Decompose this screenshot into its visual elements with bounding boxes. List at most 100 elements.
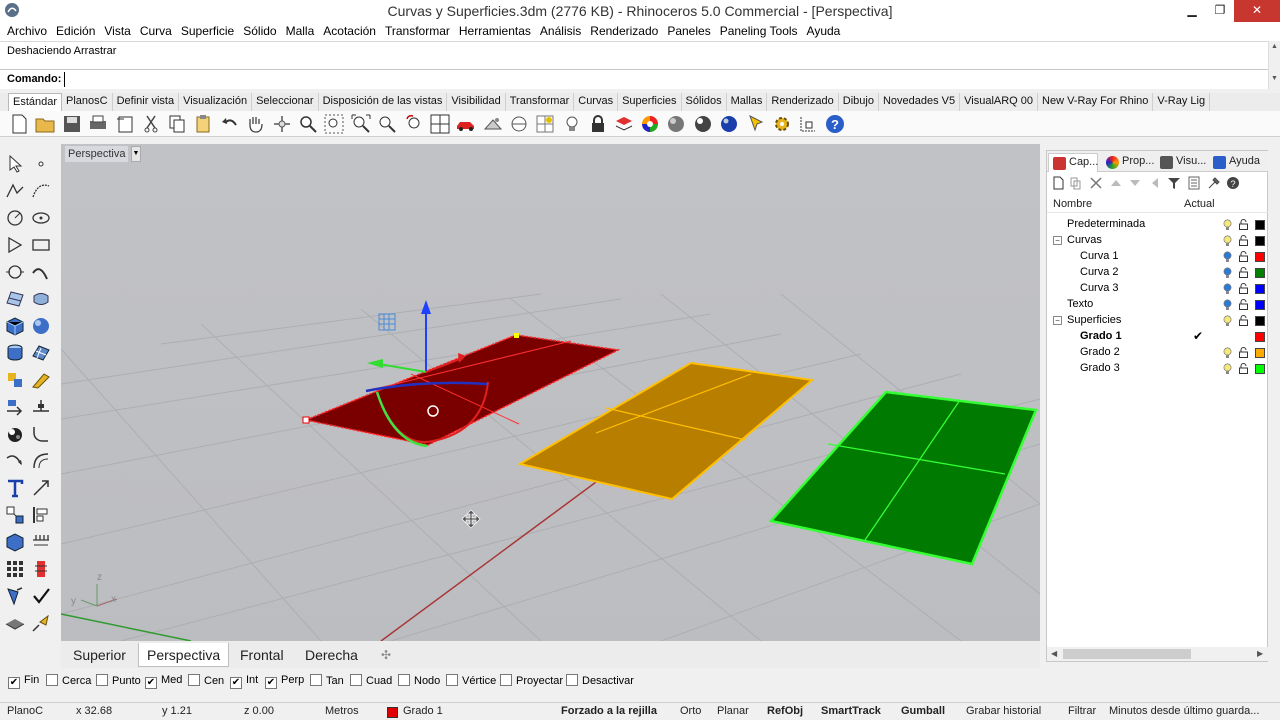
layer-visibility-bulb-icon[interactable] — [1223, 283, 1232, 295]
minimize-button[interactable]: ▁ — [1178, 0, 1206, 22]
osnap-option[interactable]: Cuad — [350, 674, 392, 687]
checkbox-empty-icon[interactable] — [446, 674, 458, 686]
menu-paneles[interactable]: Paneles — [663, 22, 715, 41]
circle-center-icon[interactable] — [30, 207, 52, 229]
explode-icon[interactable] — [30, 369, 52, 391]
light-bulb-icon[interactable] — [561, 113, 583, 135]
menu-paneling-tools[interactable]: Paneling Tools — [716, 22, 803, 41]
render-settings-icon[interactable] — [482, 113, 504, 135]
layer-tools-icon[interactable] — [1207, 176, 1221, 190]
move-layer-down-icon[interactable] — [1128, 176, 1142, 190]
status-planar[interactable]: Planar — [717, 705, 749, 717]
rectangle-icon[interactable] — [30, 234, 52, 256]
restore-button[interactable]: ❐ — [1206, 0, 1234, 22]
layer-row[interactable]: Curva 2 — [1047, 265, 1269, 281]
viewport-menu-caret-icon[interactable]: ▼ — [131, 146, 141, 162]
new-file-icon[interactable] — [8, 113, 30, 135]
layer-color-swatch[interactable] — [1255, 284, 1265, 294]
tab-mallas[interactable]: Mallas — [727, 93, 768, 111]
col-actual[interactable]: Actual — [1184, 198, 1215, 210]
layer-name[interactable]: Curva 1 — [1080, 250, 1119, 262]
layer-name[interactable]: Predeterminada — [1067, 218, 1145, 230]
layer-row[interactable]: Grado 3 — [1047, 361, 1269, 377]
analyze-icon[interactable] — [30, 558, 52, 580]
curve-tools-icon[interactable] — [4, 450, 26, 472]
new-sublayer-icon[interactable] — [1069, 176, 1083, 190]
menu-vista[interactable]: Vista — [100, 22, 135, 41]
layer-lock-icon[interactable] — [1239, 267, 1248, 278]
align-icon[interactable] — [30, 504, 52, 526]
pan-hand-icon[interactable] — [244, 113, 266, 135]
copy-icon[interactable] — [166, 113, 188, 135]
layer-color-swatch[interactable] — [1255, 300, 1265, 310]
layer-visibility-bulb-icon[interactable] — [1223, 363, 1232, 375]
save-icon[interactable] — [61, 113, 83, 135]
checkbox-empty-icon[interactable] — [188, 674, 200, 686]
layer-name[interactable]: Grado 1 — [1080, 330, 1122, 342]
undo-view-icon[interactable] — [403, 113, 425, 135]
checkbox-empty-icon[interactable] — [500, 674, 512, 686]
status-ortho[interactable]: Orto — [680, 705, 701, 717]
status-osnap[interactable]: RefObj — [767, 705, 803, 717]
select-filter-icon[interactable] — [746, 113, 768, 135]
cplane-icon[interactable] — [508, 113, 530, 135]
sphere-solid-icon[interactable] — [30, 315, 52, 337]
layer-visibility-bulb-icon[interactable] — [1223, 347, 1232, 359]
zoom-selected-icon[interactable] — [376, 113, 398, 135]
menu-herramientas[interactable]: Herramientas — [455, 22, 536, 41]
checkbox-empty-icon[interactable] — [398, 674, 410, 686]
command-scrollbar[interactable]: ▲ ▼ — [1268, 41, 1280, 89]
osnap-option[interactable]: ✔ Fin — [8, 674, 39, 689]
layer-row[interactable]: Texto — [1047, 297, 1269, 313]
layer-name[interactable]: Curva 2 — [1080, 266, 1119, 278]
layer-row[interactable]: − Superficies — [1047, 313, 1269, 329]
sphere-rendered-icon[interactable] — [692, 113, 714, 135]
status-units[interactable]: Metros — [325, 705, 359, 717]
curve-icon[interactable] — [30, 180, 52, 202]
tab-definir-vista[interactable]: Definir vista — [113, 93, 180, 111]
arc-icon[interactable] — [30, 261, 52, 283]
tab-visualarq[interactable]: VisualARQ 00 — [960, 93, 1039, 111]
tab-novedades-v5[interactable]: Novedades V5 — [879, 93, 961, 111]
trim-icon[interactable] — [30, 396, 52, 418]
dimension-tool-icon[interactable] — [30, 477, 52, 499]
tab-transformar[interactable]: Transformar — [506, 93, 575, 111]
checkbox-checked-icon[interactable]: ✔ — [8, 677, 20, 689]
menu-archivo[interactable]: Archivo — [3, 22, 52, 41]
osnap-option[interactable]: Cerca — [46, 674, 91, 687]
scroll-thumb[interactable] — [1063, 649, 1191, 659]
polygon-icon[interactable] — [4, 234, 26, 256]
layer-icon[interactable] — [613, 113, 635, 135]
status-grid-snap[interactable]: Forzado a la rejilla — [561, 705, 657, 717]
layer-help-icon[interactable]: ? — [1226, 176, 1240, 190]
menu-renderizado[interactable]: Renderizado — [586, 22, 663, 41]
layer-row[interactable]: Predeterminada — [1047, 217, 1269, 233]
layer-color-swatch[interactable] — [1255, 220, 1265, 230]
tab-superficies[interactable]: Superficies — [618, 93, 682, 111]
layer-name[interactable]: Superficies — [1067, 314, 1121, 326]
cylinder-icon[interactable] — [4, 342, 26, 364]
panel-tab-ayuda[interactable]: Ayuda — [1209, 153, 1260, 172]
osnap-option[interactable]: ✔ Int — [230, 674, 258, 689]
check-icon[interactable] — [30, 585, 52, 607]
layer-visibility-bulb-icon[interactable] — [1223, 267, 1232, 279]
box-icon[interactable] — [4, 315, 26, 337]
osnap-option[interactable]: Nodo — [398, 674, 440, 687]
four-viewports-icon[interactable] — [429, 113, 451, 135]
tab-visualizacion[interactable]: Visualización — [179, 93, 253, 111]
layer-row[interactable]: Curva 1 — [1047, 249, 1269, 265]
surface-grado-3[interactable] — [768, 390, 1038, 566]
layer-lock-icon[interactable] — [1239, 315, 1248, 326]
ellipse-icon[interactable] — [4, 261, 26, 283]
menu-solido[interactable]: Sólido — [239, 22, 281, 41]
panel-tab-visualizacion[interactable]: Visu... — [1156, 153, 1206, 172]
move-icon[interactable] — [4, 396, 26, 418]
menu-analisis[interactable]: Análisis — [536, 22, 586, 41]
scroll-up-icon[interactable]: ▲ — [1269, 41, 1280, 53]
layer-name[interactable]: Texto — [1067, 298, 1093, 310]
paste-icon[interactable] — [192, 113, 214, 135]
osnap-option[interactable]: Desactivar — [566, 674, 634, 687]
tab-dibujo[interactable]: Dibujo — [839, 93, 879, 111]
zoom-extents-icon[interactable] — [350, 113, 372, 135]
open-file-icon[interactable] — [34, 113, 56, 135]
